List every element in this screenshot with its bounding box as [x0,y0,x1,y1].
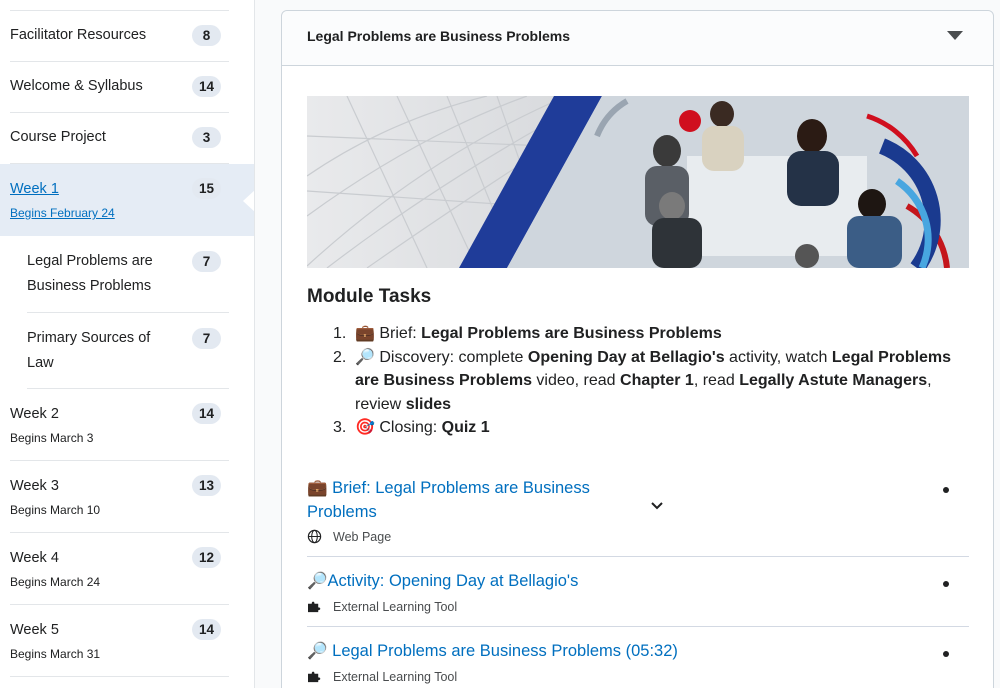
module-title: Legal Problems are Business Problems [307,28,570,44]
activity-title-text: Activity: Opening Day at Bellagio's [327,572,579,590]
sidebar-item-label-line2: Law [27,355,54,371]
task-bold-text: Opening Day at Bellagio's [527,348,725,366]
sidebar-item-label: Week 1 [10,181,59,197]
sidebar-item-label: Course Project [10,129,106,145]
sidebar-item-week-5[interactable]: Week 5 Begins March 31 14 [10,605,229,677]
task-text: Discovery: complete [379,348,528,366]
puzzle-icon [308,601,321,613]
sidebar-item-date: Begins March 10 [10,503,101,517]
sidebar-item-label: Week 5 [10,622,59,638]
task-text: video, read [531,372,621,389]
sidebar-item-week-4[interactable]: Week 4 Begins March 24 12 [10,533,229,605]
item-count-badge: 13 [192,475,221,496]
sidebar-item-date: Begins March 31 [10,647,101,661]
item-count-badge: 8 [192,25,221,46]
task-item: 1. 💼 Brief: Legal Problems are Business … [307,322,977,346]
module-panel: Legal Problems are Business Problems Mod… [281,10,994,688]
collapse-caret-icon[interactable] [947,31,963,40]
active-pointer [243,190,254,212]
globe-icon [307,529,322,544]
task-number: 3. [333,419,347,436]
sidebar-item-label: Welcome & Syllabus [10,78,143,94]
task-bold-text: Legally Astute Managers [739,372,928,389]
activity-title-text: Brief: Legal Problems are Business [332,479,590,497]
task-bold-text: slides [405,395,452,413]
activity-type: External Learning Tool [333,670,458,684]
item-count-badge: 14 [192,619,221,640]
activity-title-link[interactable]: 🔎Activity: Opening Day at Bellagio's [307,570,578,594]
sidebar-item-date: Begins February 24 [10,206,115,220]
item-count-badge: 14 [192,403,221,424]
activity-item: 🔎 Legal Problems are Business Problems (… [307,627,969,688]
briefcase-icon: 💼 [355,325,375,342]
activity-item: 🔎Activity: Opening Day at Bellagio's Ext… [307,557,969,627]
activity-type: External Learning Tool [333,600,458,614]
task-text: activity, watch [724,348,832,366]
chevron-down-icon[interactable] [650,501,664,511]
sidebar-item-welcome-syllabus[interactable]: Welcome & Syllabus 14 [10,62,229,113]
magnifier-icon: 🔎 [307,642,328,660]
status-dot [943,581,949,587]
task-text: Brief: [379,325,422,342]
activity-title-link-line2[interactable]: Problems [307,501,377,525]
item-count-badge: 14 [192,76,221,97]
task-bold-text: Chapter 1 [620,372,694,389]
task-number: 1. [333,325,347,342]
status-dot [943,651,949,657]
puzzle-icon [308,671,321,683]
item-count-badge: 3 [192,127,221,148]
sidebar-item-facilitator-resources[interactable]: Facilitator Resources 8 [10,10,229,62]
sidebar-item-label: Week 2 [10,406,59,422]
sidebar-item-date: Begins March 3 [10,431,94,445]
task-text: , read [693,372,740,389]
magnifier-icon: 🔎 [355,348,375,366]
module-header[interactable]: Legal Problems are Business Problems [282,11,993,66]
activity-item: 💼 Brief: Legal Problems are Business Pro… [307,477,969,557]
item-count-badge: 15 [192,178,221,199]
activity-type: Web Page [333,530,392,544]
task-list: 1. 💼 Brief: Legal Problems are Business … [307,322,977,440]
activity-title-link[interactable]: 🔎 Legal Problems are Business Problems (… [307,640,678,664]
item-count-badge: 12 [192,547,221,568]
sidebar-item-label: Legal Problems are [27,253,153,269]
item-count-badge: 7 [192,328,221,349]
banner-illustration [307,96,969,268]
task-number: 2. [333,348,347,366]
sidebar-item-primary-sources[interactable]: Primary Sources of Law 7 [27,313,229,389]
course-sidebar: Facilitator Resources 8 Welcome & Syllab… [0,0,255,688]
magnifier-icon: 🔎 [307,572,328,590]
sidebar-item-date: Begins March 24 [10,575,101,589]
sidebar-item-week-3[interactable]: Week 3 Begins March 10 13 [10,461,229,533]
sidebar-item-legal-problems[interactable]: Legal Problems are Business Problems 7 [27,236,229,313]
task-item: 2. 🔎 Discovery: complete Opening Day at … [307,346,977,417]
module-tasks-heading: Module Tasks [307,286,432,307]
module-banner-image [307,96,969,268]
task-bold-text: Legal Problems are Business Problems [421,325,722,342]
activity-title-link[interactable]: 💼 Brief: Legal Problems are Business [307,477,590,501]
sidebar-item-label-line2: Business Problems [27,278,152,294]
sidebar-item-course-project[interactable]: Course Project 3 [10,113,229,164]
activity-title-text: Legal Problems are Business Problems (05… [332,642,678,660]
sidebar-item-label: Week 4 [10,550,59,566]
sidebar-item-label: Primary Sources of [27,330,151,346]
sidebar-item-label: Week 3 [10,478,59,494]
sidebar-item-label: Facilitator Resources [10,27,147,43]
status-dot [943,487,949,493]
sidebar-item-week-1[interactable]: Week 1 Begins February 24 15 [10,164,229,236]
item-count-badge: 7 [192,251,221,272]
task-text: Closing: [379,419,442,436]
target-icon: 🎯 [355,419,375,436]
task-item: 3. 🎯 Closing: Quiz 1 [307,416,977,440]
task-bold-text: Quiz 1 [441,419,490,436]
sidebar-item-week-2[interactable]: Week 2 Begins March 3 14 [10,389,229,461]
briefcase-icon: 💼 [307,479,328,497]
